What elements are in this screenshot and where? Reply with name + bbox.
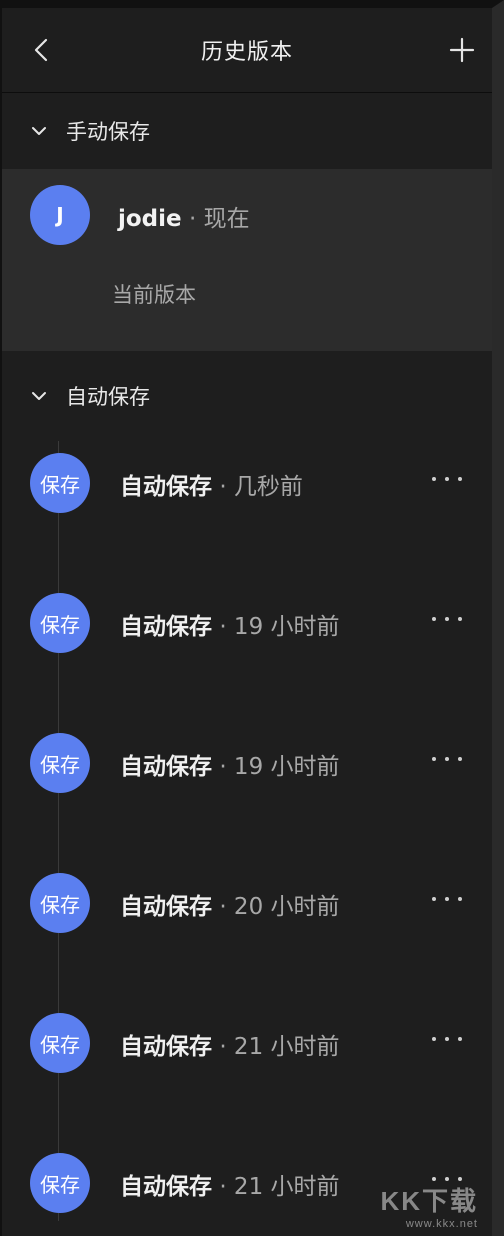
more-horizontal-icon [432,1037,436,1041]
more-button[interactable] [432,467,462,491]
version-time: · 现在 [188,206,250,232]
more-button[interactable] [432,1027,462,1051]
more-button[interactable] [432,607,462,631]
watermark-brand: KK下载 [380,1186,478,1216]
item-title: 自动保存 · 19 小时前 [120,614,340,640]
save-badge: 保存 [30,873,90,933]
plus-icon [449,37,475,63]
back-button[interactable] [28,36,56,64]
avatar: J [30,185,90,245]
manual-version-item[interactable]: J jodie · 现在 当前版本 [2,169,492,351]
watermark-logo: KK下载 www.kkx.net [380,1181,478,1230]
manual-save-section-header[interactable]: 手动保存 [2,93,492,169]
list-item[interactable]: 保存 自动保存 · 几秒前 [2,441,492,581]
save-badge: 保存 [30,1013,90,1073]
item-title: 自动保存 · 几秒前 [120,474,303,500]
more-horizontal-icon [432,897,436,901]
save-badge: 保存 [30,593,90,653]
auto-save-section-label: 自动保存 [66,385,150,409]
list-item[interactable]: 保存 自动保存 · 19 小时前 [2,581,492,721]
save-badge: 保存 [30,733,90,793]
chevron-left-icon [34,38,48,62]
chevron-down-icon [32,392,46,400]
save-badge: 保存 [30,1153,90,1213]
more-button[interactable] [432,747,462,771]
current-version-label: 当前版本 [112,283,196,307]
auto-save-list: 保存 自动保存 · 几秒前 保存 自动保存 · 19 小时前 保存 自动保存 ·… [2,441,492,1236]
item-title: 自动保存 · 19 小时前 [120,754,340,780]
manual-save-section-label: 手动保存 [66,120,150,144]
page-title: 历史版本 [200,40,293,65]
history-panel: 历史版本 手动保存 J jodie · 现在 当前版本 自动保存 保存 自动保存… [0,0,504,1236]
watermark-url: www.kkx.net [405,1218,478,1230]
auto-save-section-header[interactable]: 自动保存 [2,351,492,441]
more-button[interactable] [432,887,462,911]
chevron-down-icon [32,127,46,135]
item-title: 自动保存 · 21 小时前 [120,1174,340,1200]
add-version-button[interactable] [448,36,476,64]
manual-version-title: jodie · 现在 [118,199,250,233]
more-horizontal-icon [432,757,436,761]
more-horizontal-icon [432,477,436,481]
item-title: 自动保存 · 20 小时前 [120,894,340,920]
version-author: jodie [118,206,182,232]
list-item[interactable]: 保存 自动保存 · 20 小时前 [2,861,492,1001]
list-item[interactable]: 保存 自动保存 · 21 小时前 [2,1001,492,1141]
save-badge: 保存 [30,453,90,513]
list-item[interactable]: 保存 自动保存 · 19 小时前 [2,721,492,861]
item-title: 自动保存 · 21 小时前 [120,1034,340,1060]
top-bar: 历史版本 [2,8,492,93]
more-horizontal-icon [432,617,436,621]
